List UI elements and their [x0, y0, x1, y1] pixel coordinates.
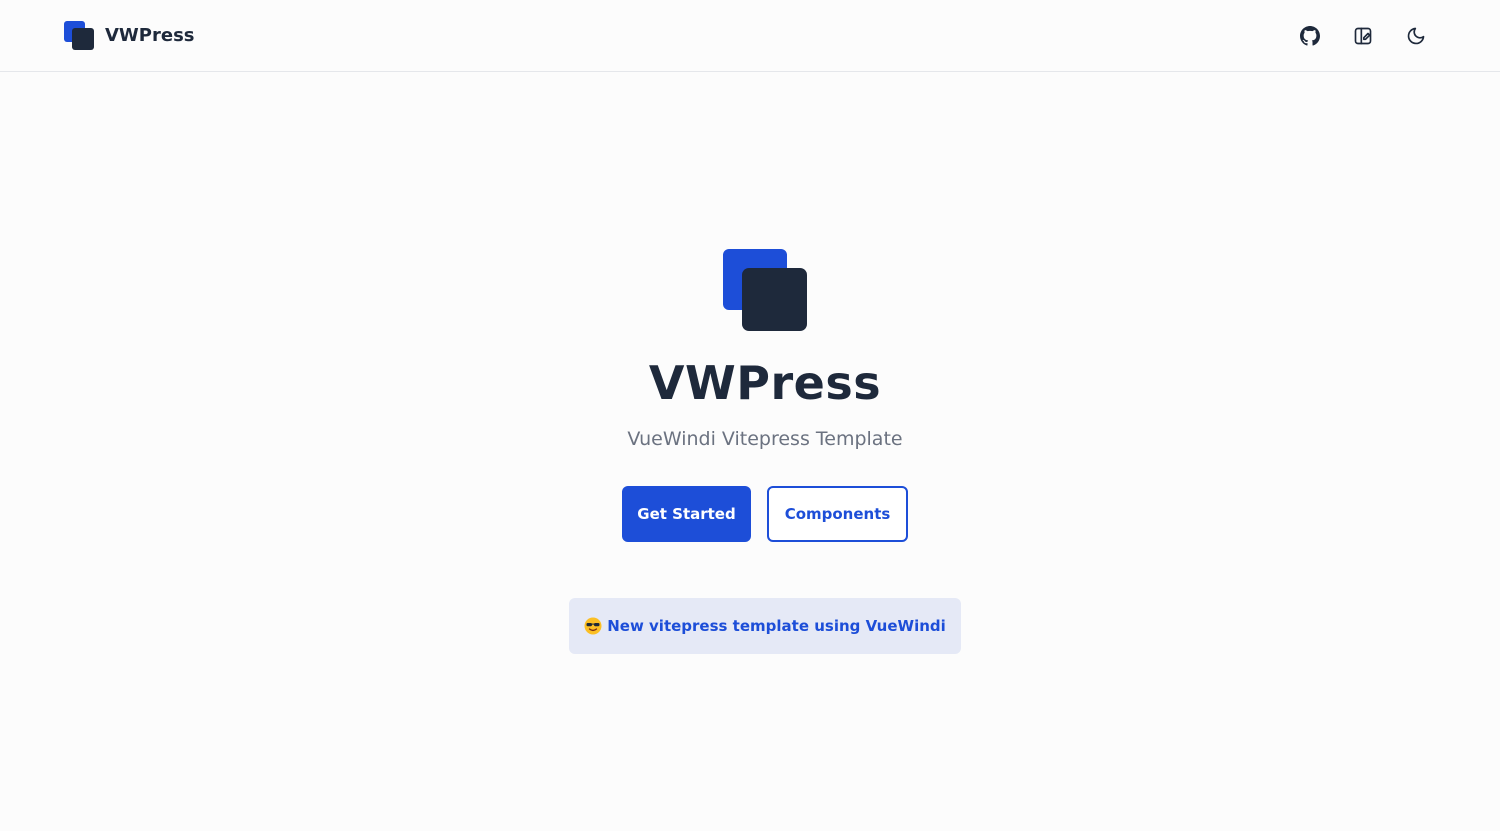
components-button[interactable]: Components [767, 486, 908, 542]
hero-title: VWPress [648, 356, 882, 410]
hero-subtitle: VueWindi Vitepress Template [627, 428, 903, 450]
hero-logo-icon [723, 249, 807, 331]
announcement-text: New vitepress template using VueWindi [607, 617, 946, 635]
announcement-banner[interactable]: New vitepress template using VueWindi [569, 598, 961, 654]
github-icon[interactable] [1296, 22, 1324, 50]
brand-name: VWPress [105, 24, 195, 46]
get-started-button[interactable]: Get Started [622, 486, 751, 542]
brand-home-link[interactable]: VWPress [64, 20, 195, 50]
brand-logo-icon [64, 20, 95, 50]
top-navbar: VWPress [0, 0, 1500, 72]
navbar-actions [1296, 22, 1430, 50]
moon-icon[interactable] [1402, 22, 1430, 50]
layout-icon[interactable] [1349, 22, 1377, 50]
sunglasses-emoji-icon [584, 617, 602, 635]
